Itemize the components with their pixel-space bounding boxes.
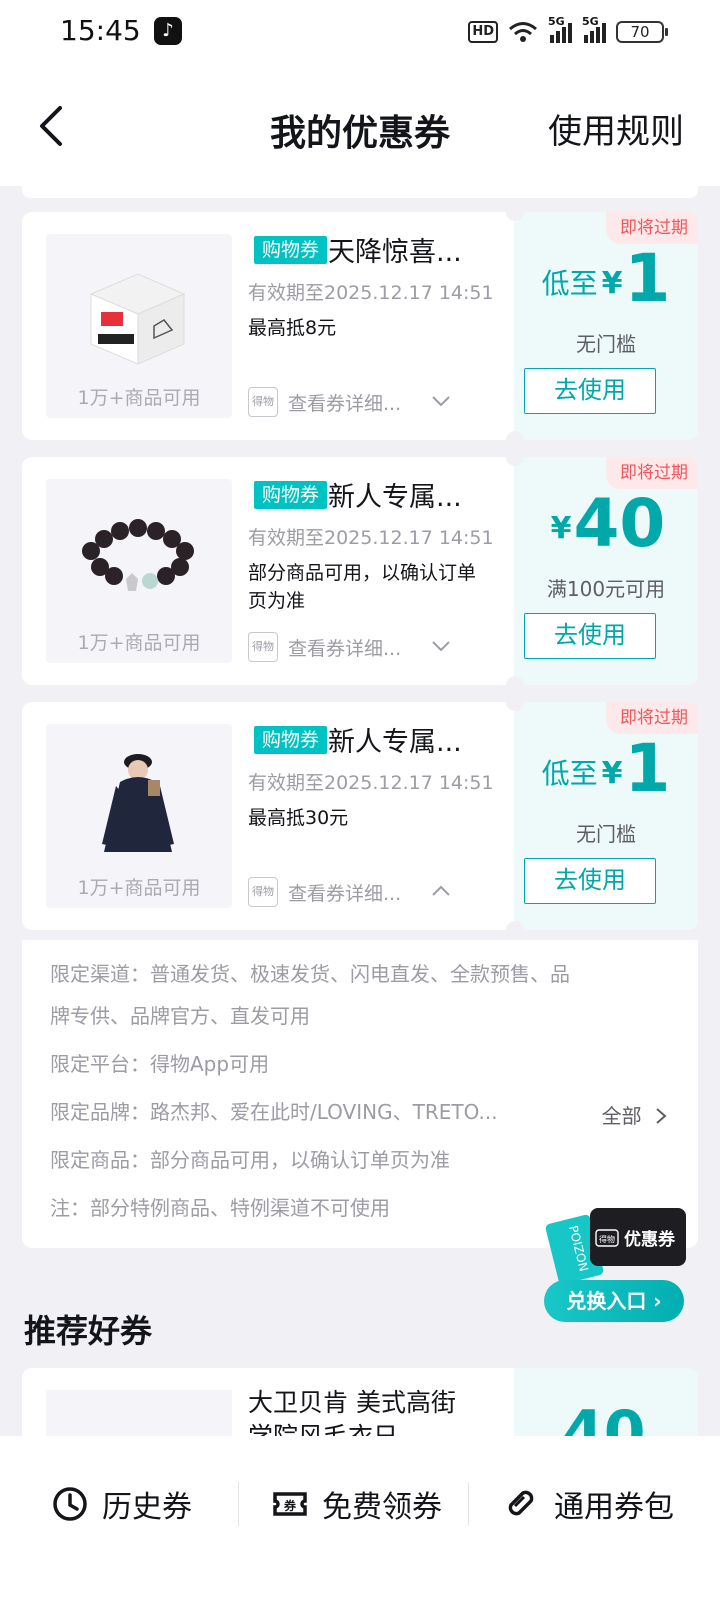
ticket-icon: 券 bbox=[273, 1492, 307, 1516]
nav-bar: 我的优惠券 使用规则 bbox=[0, 66, 720, 186]
status-bar: 15:45 ♪ HD 5G 5G 70 bbox=[0, 0, 720, 66]
dewu-logo-icon: 得物 bbox=[248, 877, 278, 907]
free-coupons-label: 免费领券 bbox=[322, 1490, 442, 1525]
coupon-amount: ¥40 bbox=[550, 485, 666, 562]
coupon-threshold: 无门槛 bbox=[576, 332, 636, 356]
coupon-name: 新人专属... bbox=[328, 482, 462, 513]
status-time: 15:45 bbox=[60, 14, 141, 47]
coupon-description: 最高抵8元 bbox=[248, 317, 337, 339]
signal-icon-2: 5G bbox=[582, 15, 606, 43]
free-coupons-tab[interactable]: 券 免费领券 bbox=[272, 1478, 442, 1530]
clock-icon bbox=[53, 1487, 87, 1521]
general-coupon-bag-tab[interactable]: 通用券包 bbox=[504, 1478, 674, 1530]
bottom-action-bar: 历史券 券 免费领券 通用券包 bbox=[0, 1436, 720, 1612]
coupon-info: 1万+商品可用 购物券 新人专属... 有效期至2025.12.17 14:51… bbox=[22, 702, 514, 930]
wifi-icon bbox=[509, 22, 537, 42]
history-coupons-label: 历史券 bbox=[102, 1490, 192, 1525]
coupon-threshold: 满100元可用 bbox=[546, 577, 666, 601]
coupon-info: 1万+商品可用 购物券 新人专属... 有效期至2025.12.17 14:51… bbox=[22, 457, 514, 685]
applicable-goods-count: 1万+商品可用 bbox=[77, 632, 201, 654]
view-coupon-details[interactable]: 得物 查看券详细... bbox=[248, 386, 401, 418]
view-details-label: 查看券详细... bbox=[288, 637, 402, 660]
battery-icon: 70 bbox=[616, 21, 668, 43]
bracelet-image bbox=[82, 519, 194, 591]
rule-note: 注：部分特例商品、特例渠道不可使用 bbox=[50, 1196, 390, 1220]
coupon-card: 1万+商品可用 购物券 新人专属... 有效期至2025.12.17 14:51… bbox=[22, 448, 698, 694]
svg-text:得物: 得物 bbox=[599, 1234, 615, 1244]
view-details-label: 查看券详细... bbox=[288, 882, 402, 905]
coupon-ticket-icon: POIZON 得物 优惠券 bbox=[545, 1208, 686, 1285]
product-image: 1万+商品可用 bbox=[46, 234, 232, 418]
coupon-amount: 低至 ¥1 bbox=[541, 730, 671, 807]
back-arrow-icon bbox=[40, 106, 62, 146]
view-all-label: 全部 bbox=[601, 1104, 642, 1128]
tiktok-icon: ♪ bbox=[154, 17, 182, 45]
coupon-value-panel: 即将过期 ¥40 满100元可用 去使用 bbox=[514, 457, 698, 685]
coupon-card: 1万+商品可用 购物券 新人专属... 有效期至2025.12.17 14:51… bbox=[22, 693, 698, 939]
rule-channel: 限定渠道：普通发货、极速发货、闪电直发、全款预售、品 bbox=[50, 962, 570, 986]
previous-card-edge bbox=[22, 186, 698, 198]
coupon-validity: 有效期至2025.12.17 14:51 bbox=[248, 772, 494, 794]
coupon-validity: 有效期至2025.12.17 14:51 bbox=[248, 282, 494, 304]
history-coupons-tab[interactable]: 历史券 bbox=[52, 1478, 192, 1530]
miniso-box-image bbox=[89, 273, 186, 365]
dewu-logo-icon: 得物 bbox=[248, 632, 278, 662]
dewu-logo-icon: 得物 bbox=[248, 387, 278, 417]
status-icons: HD 5G 5G 70 bbox=[468, 15, 668, 46]
coupon-threshold: 无门槛 bbox=[576, 822, 636, 846]
applicable-goods-count: 1万+商品可用 bbox=[77, 877, 201, 899]
coupon-value-panel: 即将过期 低至 ¥1 无门槛 去使用 bbox=[514, 212, 698, 440]
back-button[interactable] bbox=[34, 102, 74, 150]
use-coupon-button[interactable]: 去使用 bbox=[524, 613, 656, 659]
exchange-entry-button[interactable]: 兑换入口 › bbox=[544, 1280, 684, 1322]
signal-icon-1: 5G bbox=[548, 15, 572, 43]
chevron-down-icon[interactable] bbox=[430, 390, 452, 412]
coupon-info: 1万+商品可用 购物券 天降惊喜... 有效期至2025.12.17 14:51… bbox=[22, 212, 514, 440]
product-image: 1万+商品可用 bbox=[46, 479, 232, 663]
coupon-description: 最高抵30元 bbox=[248, 807, 349, 829]
coupon-validity: 有效期至2025.12.17 14:51 bbox=[248, 527, 494, 549]
svg-text:券: 券 bbox=[283, 1498, 297, 1513]
chevron-up-icon[interactable] bbox=[430, 880, 452, 902]
use-coupon-button[interactable]: 去使用 bbox=[524, 858, 656, 904]
view-details-label: 查看券详细... bbox=[288, 392, 402, 415]
coupon-card: 1万+商品可用 购物券 天降惊喜... 有效期至2025.12.17 14:51… bbox=[22, 203, 698, 449]
coupon-bag-icon bbox=[508, 1490, 534, 1516]
rule-goods: 限定商品：部分商品可用，以确认订单页为准 bbox=[50, 1148, 450, 1172]
svg-text:优惠券: 优惠券 bbox=[624, 1229, 676, 1250]
coupon-description: 部分商品可用，以确认订单页为准 bbox=[248, 562, 477, 612]
view-all-brands-link[interactable]: 全部 bbox=[602, 1100, 668, 1129]
chevron-right-icon bbox=[656, 1108, 667, 1124]
coupon-type-tag: 购物券 bbox=[254, 481, 328, 509]
applicable-goods-count: 1万+商品可用 bbox=[77, 387, 201, 409]
coupon-value-panel: 即将过期 低至 ¥1 无门槛 去使用 bbox=[514, 702, 698, 930]
hd-icon: HD bbox=[468, 21, 498, 43]
rule-platform: 限定平台：得物App可用 bbox=[50, 1052, 270, 1076]
chevron-down-icon[interactable] bbox=[430, 635, 452, 657]
rule-brand: 限定品牌：路杰邦、爱在此时/LOVING、TRETO... bbox=[50, 1100, 498, 1124]
jacket-image bbox=[102, 754, 174, 852]
rule-channel-cont: 牌专供、品牌官方、直发可用 bbox=[50, 1004, 310, 1028]
coupon-type-tag: 购物券 bbox=[254, 726, 328, 754]
coupon-name: 新人专属... bbox=[328, 727, 462, 758]
view-coupon-details[interactable]: 得物 查看券详细... bbox=[248, 876, 401, 908]
view-coupon-details[interactable]: 得物 查看券详细... bbox=[248, 631, 401, 663]
product-image: 1万+商品可用 bbox=[46, 724, 232, 908]
coupon-exchange-entry[interactable]: POIZON 得物 优惠券 兑换入口 › bbox=[540, 1190, 690, 1326]
usage-rules-link[interactable]: 使用规则 bbox=[548, 104, 684, 153]
general-coupon-bag-label: 通用券包 bbox=[554, 1490, 674, 1525]
use-coupon-button[interactable]: 去使用 bbox=[524, 368, 656, 414]
coupon-type-tag: 购物券 bbox=[254, 236, 328, 264]
recommended-section-title: 推荐好券 bbox=[24, 1312, 153, 1350]
coupon-amount: 低至 ¥1 bbox=[541, 240, 671, 317]
coupon-name: 天降惊喜... bbox=[328, 237, 462, 268]
